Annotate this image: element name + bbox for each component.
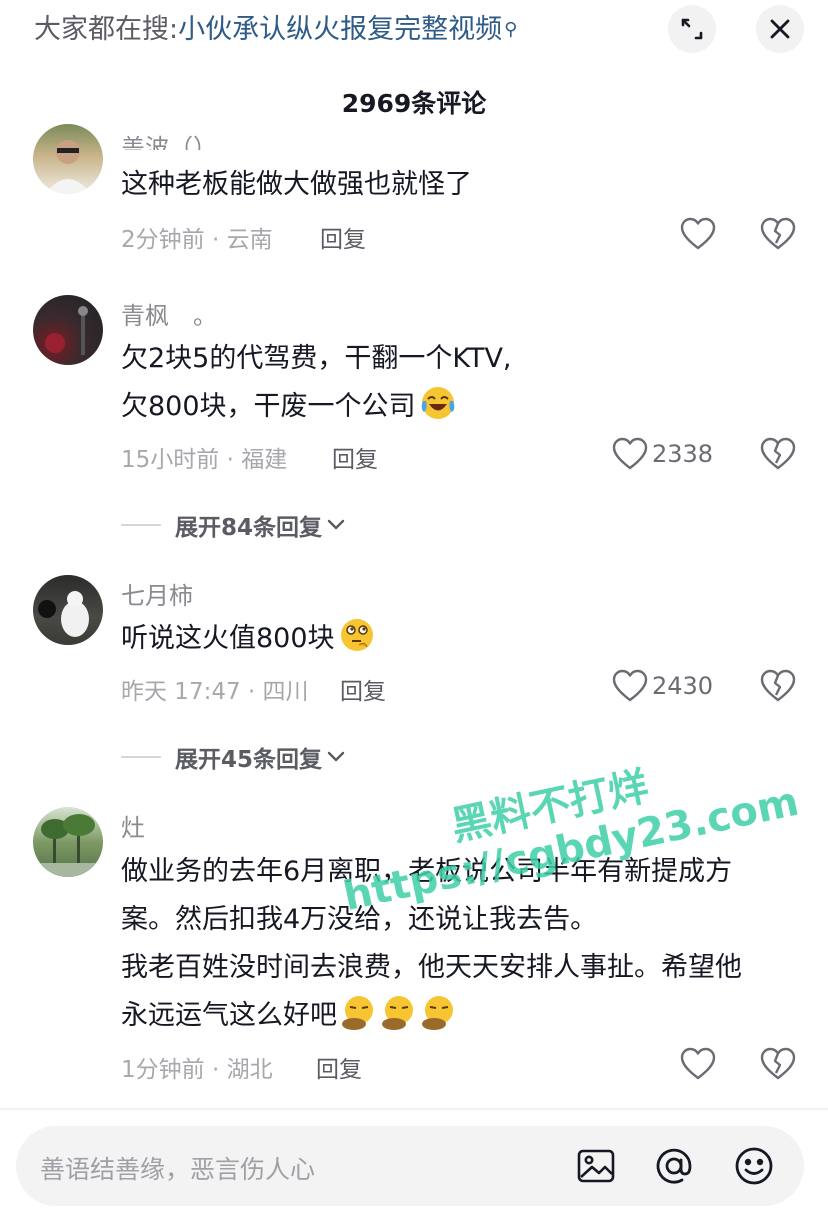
search-prefix: 大家都在搜:: [34, 14, 179, 45]
dislike-button[interactable]: [758, 214, 798, 254]
broken-heart-icon: [760, 437, 796, 470]
expand-replies[interactable]: 展开45条回复: [121, 740, 346, 774]
search-topic[interactable]: 小伙承认纵火报复完整视频: [178, 14, 502, 45]
avatar-image: [45, 140, 91, 194]
avatar[interactable]: [33, 295, 103, 365]
broken-heart-icon: [760, 669, 796, 702]
reply-button[interactable]: 回复: [340, 672, 386, 706]
reply-button[interactable]: 回复: [316, 1050, 362, 1084]
thinking-face-emoji-icon: [340, 619, 373, 651]
input-divider: [0, 1108, 828, 1110]
commenter-name[interactable]: 七月柿: [121, 576, 193, 611]
broken-heart-icon: [760, 1047, 796, 1080]
chevron-down-icon: [327, 519, 345, 530]
like-button[interactable]: 2430: [612, 666, 713, 706]
comment-text: 这种老板能做大做强也就怪了: [121, 169, 472, 200]
heart-icon: [680, 217, 716, 250]
comment-input-placeholder[interactable]: 善语结善缘，恶言伤人心: [40, 1150, 315, 1186]
like-count: 2430: [652, 672, 714, 700]
heart-icon: [680, 1047, 716, 1080]
like-button[interactable]: [680, 214, 716, 254]
expand-replies[interactable]: 展开84条回复: [121, 508, 346, 542]
like-count: 2338: [652, 440, 714, 468]
avatar[interactable]: [33, 575, 103, 645]
expand-replies-label: 展开45条回复: [175, 747, 323, 773]
heart-icon: [612, 669, 648, 702]
dislike-button[interactable]: [758, 666, 798, 706]
comment-count: 2969条评论: [341, 89, 487, 118]
like-button[interactable]: [680, 1044, 716, 1084]
comment-meta: 2分钟前 · 云南: [121, 227, 273, 253]
comment-text: 欠800块，干废一个公司: [121, 380, 456, 434]
dozing-emoji-icon: [422, 996, 453, 1030]
top-bar: 大家都在搜:小伙承认纵火报复完整视频 ⚲: [0, 0, 828, 58]
dislike-button[interactable]: [758, 1044, 798, 1084]
reply-button[interactable]: 回复: [332, 440, 378, 474]
avatar[interactable]: [33, 124, 103, 194]
comment-text-line: 听说这火值800块: [121, 623, 335, 654]
heart-icon: [612, 437, 648, 470]
dislike-button[interactable]: [758, 434, 798, 474]
search-icon: ⚲: [504, 19, 518, 40]
avatar-image: [33, 814, 103, 877]
divider-line: [121, 756, 161, 758]
image-button[interactable]: [574, 1144, 618, 1188]
commenter-name[interactable]: 青枫 。: [121, 296, 217, 331]
emoji-button[interactable]: [732, 1144, 776, 1188]
comment-text: 我老百姓没时间去浪费，他天天安排人事扯。希望他: [121, 952, 742, 983]
reply-button[interactable]: 回复: [320, 220, 366, 254]
comment-text-line: 欠800块，干废一个公司: [121, 391, 416, 422]
search-suggestion[interactable]: 大家都在搜:小伙承认纵火报复完整视频 ⚲: [34, 12, 517, 48]
like-button[interactable]: 2338: [612, 434, 713, 474]
avatar[interactable]: [33, 807, 103, 877]
expand-replies-label: 展开84条回复: [175, 515, 323, 541]
comment-text-line: 永远运气这么好吧: [121, 1000, 337, 1031]
dozing-emoji-icon: [342, 996, 373, 1030]
chevron-down-icon: [327, 751, 345, 762]
at-icon: [656, 1148, 692, 1184]
comment-text: 欠2块5的代驾费，干翻一个KTV,: [121, 343, 512, 374]
comment-meta: 昨天 17:47 · 四川: [121, 679, 309, 705]
commenter-name[interactable]: 灶: [121, 808, 145, 843]
comment-meta: 1分钟前 · 湖北: [121, 1057, 273, 1083]
comment-meta: 15小时前 · 福建: [121, 447, 288, 473]
comment-input-bar[interactable]: 善语结善缘，恶言伤人心: [16, 1126, 804, 1206]
comment-text: 听说这火值800块: [121, 612, 375, 666]
broken-heart-icon: [760, 217, 796, 250]
commenter-name[interactable]: 盖波（）: [121, 128, 217, 150]
mention-button[interactable]: [652, 1144, 696, 1188]
comment-text: 永远运气这么好吧: [121, 989, 457, 1043]
smiley-icon: [735, 1147, 773, 1185]
image-icon: [577, 1149, 615, 1183]
avatar-image: [45, 306, 88, 355]
expand-button[interactable]: [668, 5, 716, 53]
close-button[interactable]: [756, 5, 804, 53]
divider-line: [121, 524, 161, 526]
close-icon: [770, 19, 790, 39]
expand-icon: [681, 18, 703, 40]
laughing-crying-emoji-icon: [421, 387, 454, 419]
avatar-image: [38, 591, 89, 637]
dozing-emoji-icon: [382, 996, 413, 1030]
